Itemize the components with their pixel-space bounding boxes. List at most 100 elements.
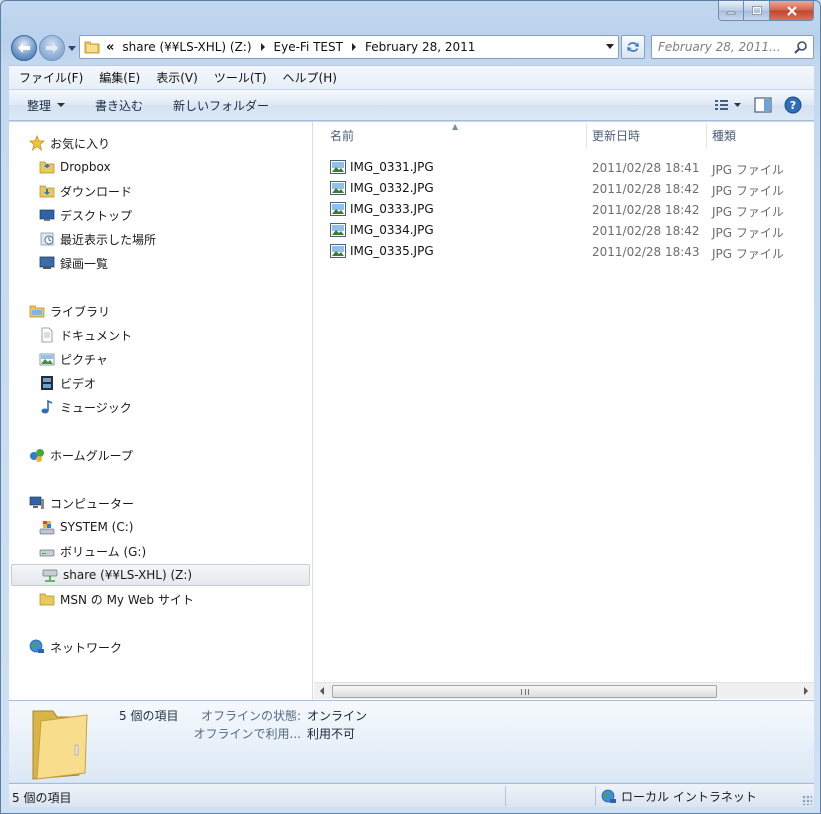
breadcrumb-separator-icon[interactable] <box>351 43 356 51</box>
close-button[interactable] <box>770 1 814 21</box>
file-name: IMG_0334.JPG <box>350 223 434 237</box>
column-header-date[interactable]: 更新日時 <box>592 122 706 148</box>
nav-label: ビデオ <box>60 376 97 391</box>
nav-documents[interactable]: ドキュメント <box>9 324 312 346</box>
nav-recent-places[interactable]: 最近表示した場所 <box>9 228 312 250</box>
view-options-icon[interactable] <box>714 98 742 112</box>
scroll-left-icon[interactable] <box>320 687 324 695</box>
breadcrumb-separator-icon[interactable] <box>260 43 265 51</box>
file-name: IMG_0332.JPG <box>350 181 434 195</box>
file-date: 2011/02/28 18:42 <box>592 224 700 238</box>
arrow-right-icon <box>46 43 58 53</box>
minimize-button[interactable] <box>718 1 744 21</box>
menu-bar: ファイル(F) 編集(E) 表示(V) ツール(T) ヘルプ(H) <box>9 65 814 89</box>
file-list-pane: ▲ 名前 更新日時 種類 IMG_0331.JPG 2011/02/28 18:… <box>314 122 814 700</box>
breadcrumb-item[interactable]: Eye-Fi TEST <box>274 40 343 54</box>
offline-status-value: オンライン <box>307 709 368 723</box>
nav-label: デスクトップ <box>60 208 133 223</box>
forward-button[interactable] <box>39 35 65 61</box>
menu-help[interactable]: ヘルプ(H) <box>283 69 337 86</box>
nav-downloads[interactable]: ダウンロード <box>9 180 312 202</box>
column-label: 名前 <box>330 128 355 143</box>
file-name: IMG_0331.JPG <box>350 160 434 174</box>
image-file-icon <box>330 202 346 216</box>
caption-buttons <box>718 1 814 21</box>
column-header-name[interactable]: 名前 <box>330 122 586 148</box>
navigation-pane: お気に入り Dropbox ダウンロード デスクトップ 最近表示した場所 録画一… <box>9 122 313 700</box>
nav-homegroup[interactable]: ホームグループ <box>9 444 312 466</box>
column-divider[interactable] <box>706 124 707 148</box>
file-type: JPG ファイル <box>712 226 784 240</box>
nav-music[interactable]: ミュージック <box>9 396 312 418</box>
nav-label: 録画一覧 <box>60 256 109 271</box>
nav-network[interactable]: ネットワーク <box>9 636 312 658</box>
image-file-icon <box>330 181 346 195</box>
maximize-icon <box>751 6 762 15</box>
organize-button[interactable]: 整理 <box>27 97 66 114</box>
nav-label: ミュージック <box>60 400 132 415</box>
menu-file[interactable]: ファイル(F) <box>19 69 83 86</box>
minimize-icon <box>726 11 736 14</box>
file-row[interactable]: IMG_0334.JPG 2011/02/28 18:42 JPG ファイル <box>330 220 814 241</box>
file-row[interactable]: IMG_0332.JPG 2011/02/28 18:42 JPG ファイル <box>330 178 814 199</box>
nav-recorded-tv[interactable]: 録画一覧 <box>9 252 312 274</box>
horizontal-scrollbar[interactable] <box>314 682 814 699</box>
nav-system-drive[interactable]: SYSTEM (C:) <box>9 516 312 538</box>
address-dropdown-icon[interactable] <box>606 44 614 49</box>
recent-pages-dropdown[interactable] <box>67 43 77 53</box>
scroll-right-icon[interactable] <box>804 687 808 695</box>
file-date: 2011/02/28 18:43 <box>592 245 700 259</box>
search-input[interactable] <box>658 39 786 55</box>
dropbox-folder-icon <box>39 161 55 174</box>
back-button[interactable] <box>11 35 37 61</box>
column-label: 種類 <box>712 128 737 143</box>
nav-label: ピクチャ <box>60 352 108 367</box>
breadcrumb-overflow[interactable]: « <box>106 40 114 55</box>
nav-computer[interactable]: コンピューター <box>9 492 312 514</box>
offline-status-label: オフラインの状態: <box>200 709 301 723</box>
nav-desktop[interactable]: デスクトップ <box>9 204 312 226</box>
refresh-button[interactable] <box>621 35 645 59</box>
file-row[interactable]: IMG_0333.JPG 2011/02/28 18:42 JPG ファイル <box>330 199 814 220</box>
file-row[interactable]: IMG_0331.JPG 2011/02/28 18:41 JPG ファイル <box>330 157 814 178</box>
menu-tools[interactable]: ツール(T) <box>214 69 267 86</box>
nav-volume-g[interactable]: ボリューム (G:) <box>9 540 312 562</box>
breadcrumb-item[interactable]: February 28, 2011 <box>365 40 475 54</box>
network-icon <box>29 639 44 653</box>
burn-button[interactable]: 書き込む <box>95 97 143 114</box>
recent-places-icon <box>40 232 54 246</box>
image-file-icon <box>330 160 346 174</box>
document-icon <box>41 327 53 343</box>
column-header-type[interactable]: 種類 <box>712 122 812 148</box>
intranet-globe-icon <box>601 789 616 803</box>
command-bar: 整理 書き込む 新しいフォルダー ? <box>9 89 814 121</box>
nav-pictures[interactable]: ピクチャ <box>9 348 312 370</box>
file-type: JPG ファイル <box>712 184 784 198</box>
maximize-button[interactable] <box>744 1 770 21</box>
file-row[interactable]: IMG_0335.JPG 2011/02/28 18:43 JPG ファイル <box>330 241 814 262</box>
preview-pane-icon[interactable] <box>754 97 772 113</box>
file-date: 2011/02/28 18:42 <box>592 182 700 196</box>
help-icon[interactable]: ? <box>784 96 802 114</box>
resize-grip-icon[interactable] <box>802 795 812 805</box>
nav-share-drive[interactable]: share (¥¥LS-XHL) (Z:) <box>11 564 310 586</box>
address-bar[interactable]: « share (¥¥LS-XHL) (Z:) Eye-Fi TEST Febr… <box>79 35 619 59</box>
new-folder-button[interactable]: 新しいフォルダー <box>173 97 269 114</box>
menu-view[interactable]: 表示(V) <box>156 69 198 86</box>
column-divider[interactable] <box>586 124 587 148</box>
nav-dropbox[interactable]: Dropbox <box>9 156 312 178</box>
file-name: IMG_0335.JPG <box>350 244 434 258</box>
svg-text:?: ? <box>790 99 796 112</box>
scroll-thumb[interactable] <box>332 685 717 698</box>
folder-icon <box>32 710 88 780</box>
breadcrumb-item[interactable]: share (¥¥LS-XHL) (Z:) <box>122 40 251 54</box>
nav-videos[interactable]: ビデオ <box>9 372 312 394</box>
nav-msn-web[interactable]: MSN の My Web サイト <box>9 588 312 610</box>
nav-label: ライブラリ <box>50 304 111 319</box>
menu-edit[interactable]: 編集(E) <box>99 69 140 86</box>
grip-icon <box>521 689 529 695</box>
search-box[interactable] <box>651 35 814 59</box>
nav-libraries[interactable]: ライブラリ <box>9 300 312 322</box>
nav-favorites[interactable]: お気に入り <box>9 132 312 154</box>
status-divider <box>595 786 596 806</box>
